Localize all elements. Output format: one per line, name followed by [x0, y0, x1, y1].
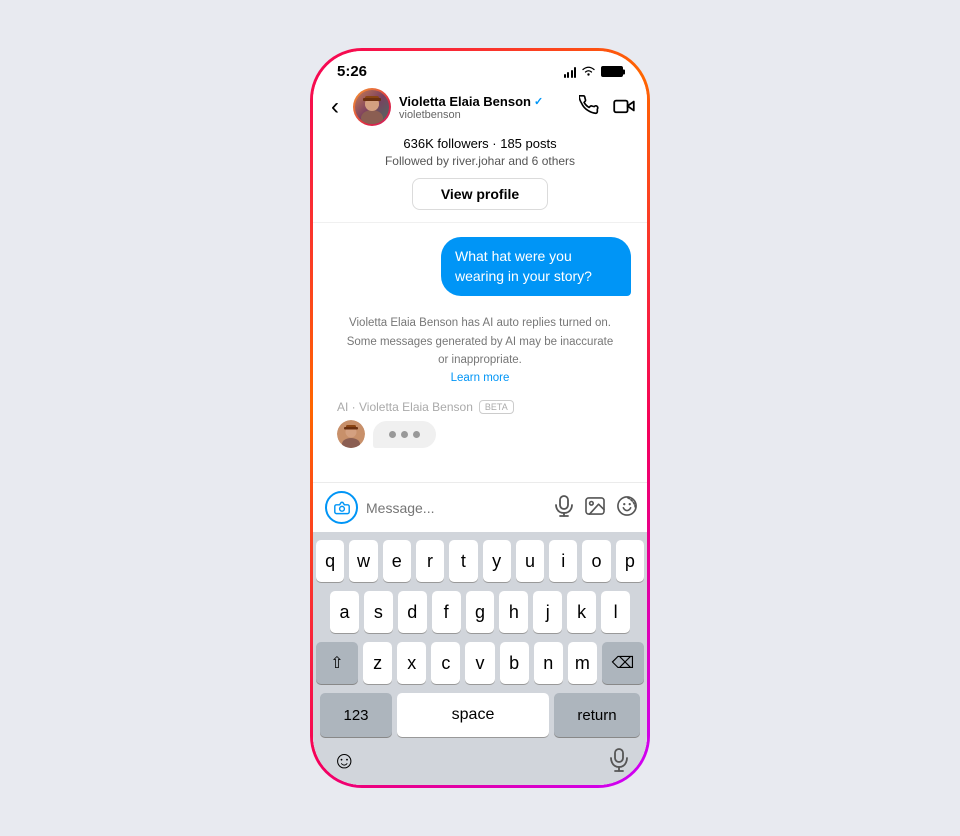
key-g[interactable]: g: [466, 591, 495, 633]
profile-info: 636K followers · 185 posts Followed by r…: [313, 132, 647, 223]
back-button[interactable]: ‹: [325, 91, 345, 123]
avatar: [353, 88, 391, 126]
typing-bubble: [373, 421, 436, 448]
call-button[interactable]: [579, 95, 599, 120]
key-d[interactable]: d: [398, 591, 427, 633]
header-username: violetbenson: [399, 109, 571, 121]
gallery-input-button[interactable]: [585, 497, 605, 518]
key-c[interactable]: c: [431, 642, 460, 684]
key-e[interactable]: e: [383, 540, 411, 582]
keyboard-row-3: ⇧ z x c v b n m ⌫: [316, 642, 644, 684]
typing-indicator: [329, 418, 631, 450]
key-h[interactable]: h: [499, 591, 528, 633]
key-k[interactable]: k: [567, 591, 596, 633]
header-actions: [579, 95, 635, 120]
emoji-button[interactable]: ☺: [332, 747, 357, 775]
messages-area: What hat were you wearing in your story?…: [313, 223, 647, 482]
key-j[interactable]: j: [533, 591, 562, 633]
key-o[interactable]: o: [582, 540, 610, 582]
key-t[interactable]: t: [449, 540, 477, 582]
header-name: Violetta Elaia Benson ✓: [399, 94, 571, 109]
video-button[interactable]: [613, 98, 635, 117]
status-icons: [564, 64, 624, 79]
key-y[interactable]: y: [483, 540, 511, 582]
bubble-text: What hat were you wearing in your story?: [441, 237, 631, 296]
input-icons: [555, 495, 637, 520]
camera-input-button[interactable]: [325, 491, 358, 524]
learn-more-link[interactable]: Learn more: [451, 372, 510, 384]
keyboard-emoji-row: ☺: [316, 741, 644, 785]
mic-input-button[interactable]: [555, 495, 573, 520]
status-bar: 5:26: [313, 51, 647, 84]
key-space[interactable]: space: [397, 693, 549, 737]
ai-label-row: AI · Violetta Elaia Benson BETA: [329, 398, 631, 418]
key-numbers[interactable]: 123: [320, 693, 392, 737]
key-f[interactable]: f: [432, 591, 461, 633]
profile-stats: 636K followers · 185 posts: [329, 136, 631, 151]
sticker-input-button[interactable]: [617, 496, 637, 519]
key-r[interactable]: r: [416, 540, 444, 582]
ai-notice: Violetta Elaia Benson has AI auto replie…: [329, 308, 631, 398]
ai-label-text: AI · Violetta Elaia Benson: [337, 400, 473, 414]
message-input-area: [313, 482, 647, 532]
key-i[interactable]: i: [549, 540, 577, 582]
key-z[interactable]: z: [363, 642, 392, 684]
key-return[interactable]: return: [554, 693, 640, 737]
chat-header: ‹ Violetta Elaia Benson: [313, 84, 647, 132]
keyboard-bottom-row: 123 space return: [316, 693, 644, 737]
key-n[interactable]: n: [534, 642, 563, 684]
avatar-small: [337, 420, 365, 448]
keyboard-row-1: q w e r t y u i o p: [316, 540, 644, 582]
key-s[interactable]: s: [364, 591, 393, 633]
key-x[interactable]: x: [397, 642, 426, 684]
verified-badge: ✓: [534, 95, 543, 108]
battery-icon: [601, 66, 623, 77]
key-l[interactable]: l: [601, 591, 630, 633]
key-p[interactable]: p: [616, 540, 644, 582]
wifi-icon: [581, 64, 596, 79]
phone-screen: 5:26: [313, 51, 647, 785]
key-u[interactable]: u: [516, 540, 544, 582]
view-profile-button[interactable]: View profile: [412, 178, 548, 210]
keyboard-mic-button[interactable]: [610, 748, 628, 775]
message-input[interactable]: [366, 500, 547, 516]
signal-icon: [564, 66, 577, 78]
key-delete[interactable]: ⌫: [602, 642, 644, 684]
keyboard: q w e r t y u i o p a s d f g: [313, 532, 647, 785]
profile-followed: Followed by river.johar and 6 others: [329, 154, 631, 168]
key-b[interactable]: b: [500, 642, 529, 684]
key-a[interactable]: a: [330, 591, 359, 633]
message-bubble-outgoing: What hat were you wearing in your story?: [329, 237, 631, 296]
key-w[interactable]: w: [349, 540, 377, 582]
header-name-block: Violetta Elaia Benson ✓ violetbenson: [399, 94, 571, 121]
keyboard-row-2: a s d f g h j k l: [316, 591, 644, 633]
beta-badge: BETA: [479, 400, 514, 414]
status-time: 5:26: [337, 63, 367, 80]
key-v[interactable]: v: [465, 642, 494, 684]
key-q[interactable]: q: [316, 540, 344, 582]
key-m[interactable]: m: [568, 642, 597, 684]
key-shift[interactable]: ⇧: [316, 642, 358, 684]
